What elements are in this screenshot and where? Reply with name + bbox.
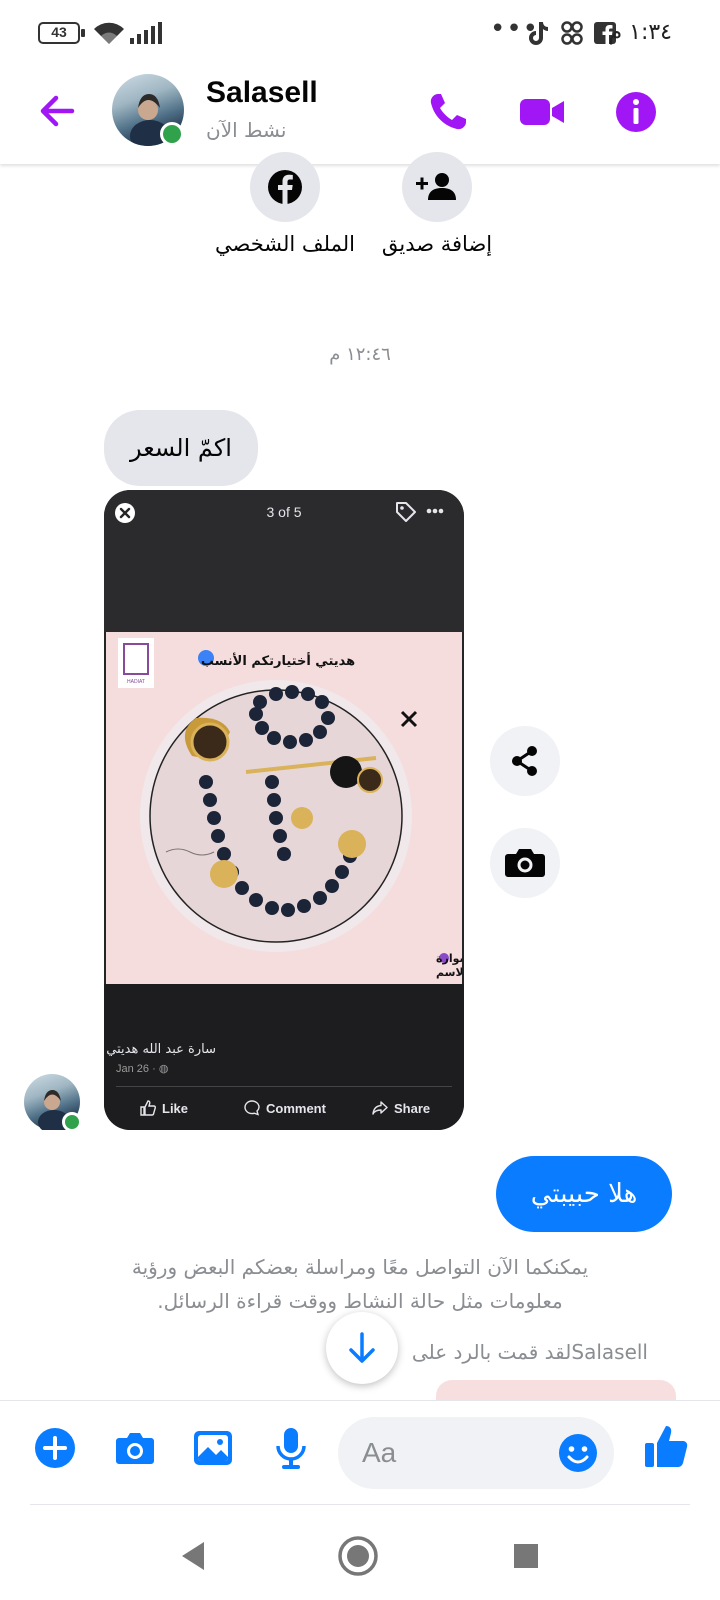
wifi-icon xyxy=(94,22,124,44)
contact-name[interactable]: Salasell xyxy=(206,76,318,110)
share-message-button[interactable] xyxy=(490,726,560,796)
outgoing-message-bubble[interactable]: هلا حبيبتي xyxy=(496,1156,672,1232)
message-composer: Aa xyxy=(0,1400,720,1504)
post-like-button[interactable]: Like xyxy=(140,1100,188,1116)
like-label: Like xyxy=(162,1100,189,1116)
sender-online-indicator xyxy=(62,1112,82,1132)
logo-text: HADIAT xyxy=(127,679,145,685)
image-caption-bottom-2: ودبوس بالاسم xyxy=(436,966,462,979)
image-caption-bottom-1: بكج البيبي لصاي وسوارة xyxy=(436,952,462,965)
composer-divider xyxy=(30,1504,690,1505)
mic-icon[interactable] xyxy=(268,1425,314,1471)
view-profile-label[interactable]: الملف الشخصي xyxy=(210,232,360,256)
chat-header: Salasell نشط الآن xyxy=(0,68,720,164)
share-label: Share xyxy=(394,1100,431,1116)
info-icon[interactable] xyxy=(612,88,660,136)
post-share-button[interactable]: Share xyxy=(372,1100,430,1116)
status-bar: 43 ••• ١:٣٤ م xyxy=(0,0,720,68)
globe-icon: ◍ xyxy=(158,1063,169,1075)
more-options-icon[interactable] xyxy=(426,508,444,514)
nav-recents-icon[interactable] xyxy=(504,1534,548,1578)
tag-icon[interactable] xyxy=(394,500,418,524)
image-icon[interactable] xyxy=(190,1425,236,1471)
incoming-message-bubble[interactable]: اكمّ السعر xyxy=(104,410,258,486)
camera-icon xyxy=(505,849,545,877)
app-grid-icon xyxy=(561,21,583,45)
plus-icon[interactable] xyxy=(32,1425,78,1471)
connection-info-text: يمكنكما الآن التواصل معًا ومراسلة بعضكم … xyxy=(90,1250,630,1318)
share-outline-icon xyxy=(372,1101,388,1115)
post-photo[interactable]: HADIAT هديتي أختيارتكم الأنسب وارة اسم xyxy=(106,632,462,984)
add-friend-icon xyxy=(416,173,456,200)
camera-icon[interactable] xyxy=(112,1425,158,1471)
view-profile-button[interactable] xyxy=(250,152,320,222)
nav-back-icon[interactable] xyxy=(172,1534,216,1578)
online-indicator xyxy=(160,122,184,146)
add-friend-button[interactable] xyxy=(402,152,472,222)
signal-icon xyxy=(130,22,162,44)
post-author[interactable]: سارة عبد الله هديتي xyxy=(106,1042,216,1057)
clock: ١:٣٤ م xyxy=(608,20,673,45)
facebook-icon xyxy=(268,170,302,204)
info-line-1: يمكنكما الآن التواصل معًا ومراسلة بعضكم … xyxy=(131,1255,589,1279)
shared-post-card[interactable]: 3 of 5 HADIAT هديتي أختيارتكم الأنسب وار… xyxy=(104,490,464,1130)
video-icon[interactable] xyxy=(518,88,566,136)
active-status: نشط الآن xyxy=(206,118,287,142)
emoji-icon[interactable] xyxy=(556,1431,600,1475)
share-icon xyxy=(512,746,537,776)
battery-indicator: 43 xyxy=(38,22,85,44)
add-friend-label[interactable]: إضافة صديق xyxy=(370,232,504,256)
post-date: Jan 26 · ◍ xyxy=(116,1063,169,1075)
message-input-placeholder: Aa xyxy=(362,1437,397,1468)
like-outline-icon xyxy=(140,1100,156,1116)
message-input[interactable]: Aa xyxy=(338,1417,614,1489)
comment-outline-icon xyxy=(244,1100,260,1116)
reply-note: Salasellلقد قمت بالرد على xyxy=(411,1340,648,1364)
camera-reply-button[interactable] xyxy=(490,828,560,898)
arrow-down-icon xyxy=(349,1332,375,1363)
message-timestamp: ١٢:٤٦ م xyxy=(329,344,391,365)
like-icon[interactable] xyxy=(642,1423,690,1471)
scroll-to-bottom-button[interactable] xyxy=(326,1312,398,1384)
image-caption-top: هديتي أختيارتكم الأنسب xyxy=(201,652,355,669)
post-divider xyxy=(116,1086,452,1087)
back-arrow-icon[interactable] xyxy=(36,90,78,132)
comment-label: Comment xyxy=(266,1100,326,1116)
tiktok-icon xyxy=(529,22,548,45)
phone-icon[interactable] xyxy=(424,88,472,136)
post-comment-button[interactable]: Comment xyxy=(244,1100,326,1116)
nav-home-icon[interactable] xyxy=(336,1534,380,1578)
system-navigation-bar xyxy=(0,1506,720,1600)
product-photo: HADIAT هديتي أختيارتكم الأنسب وارة اسم xyxy=(106,632,462,984)
